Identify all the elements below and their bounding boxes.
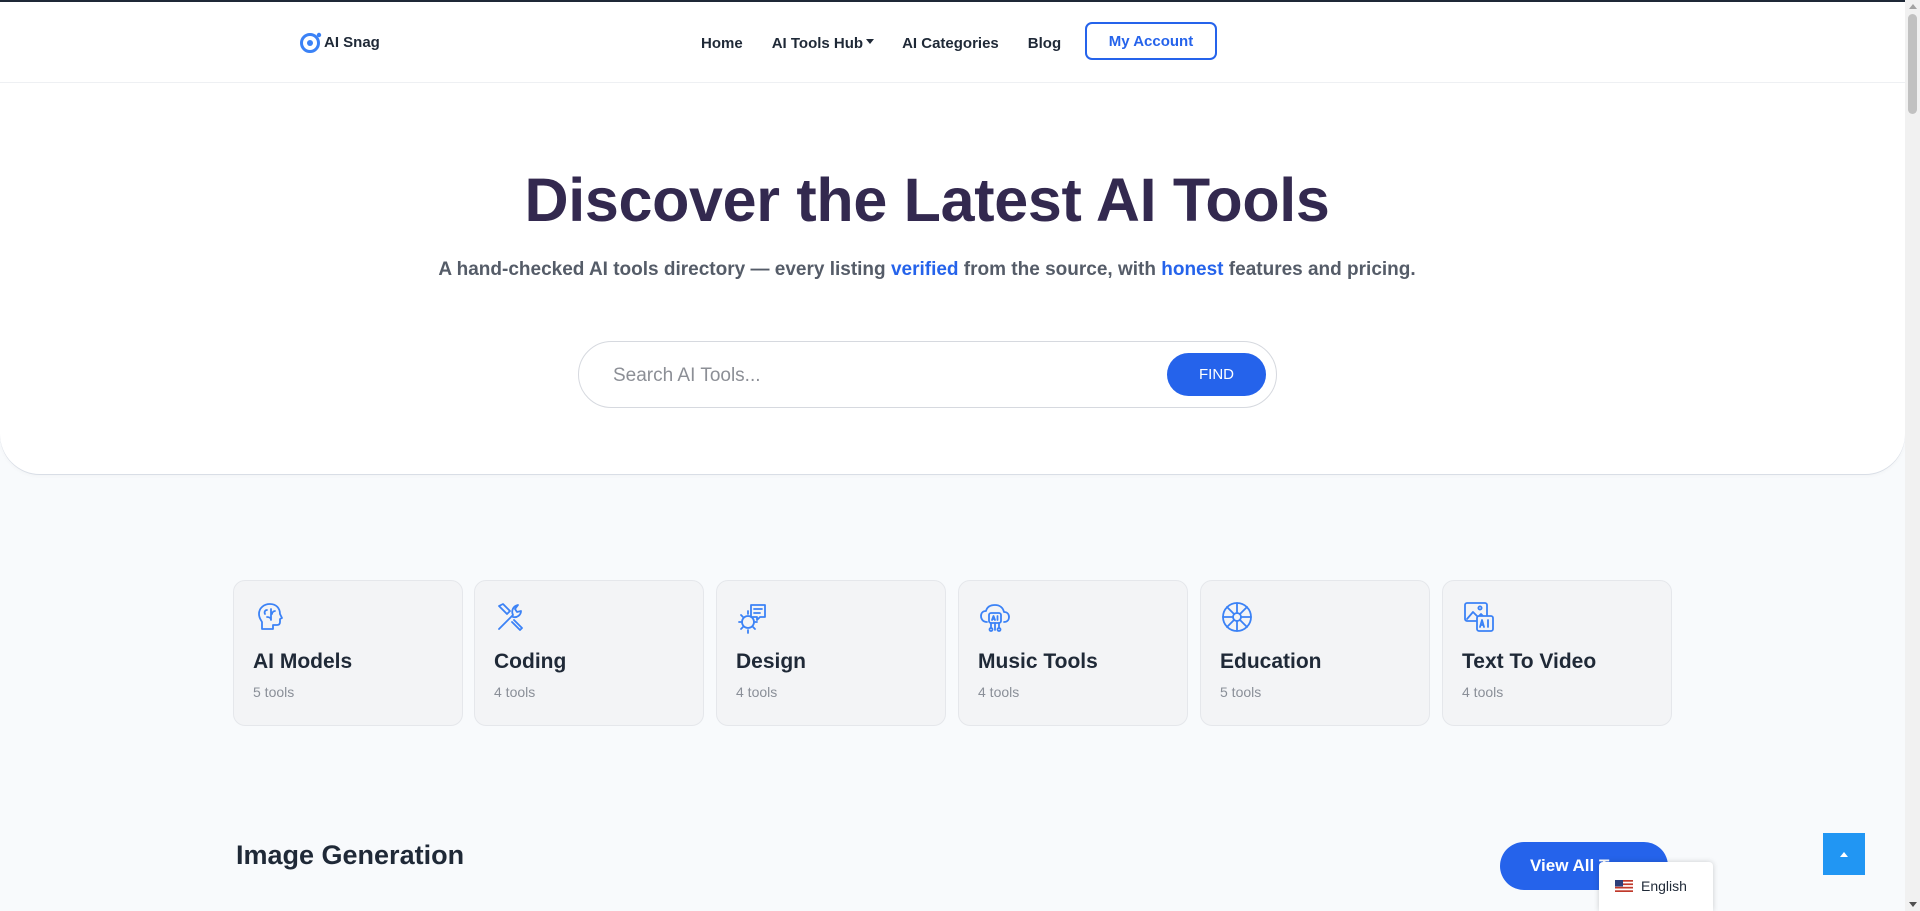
scroll-up-arrow-icon[interactable] — [1909, 4, 1917, 9]
category-count: 5 tools — [1220, 684, 1262, 700]
tools-icon — [498, 603, 523, 631]
language-label: English — [1641, 878, 1687, 894]
subtitle-text-1: A hand-checked AI tools directory — ever… — [438, 259, 891, 280]
category-title: Text To Video — [1462, 650, 1597, 673]
main-nav: Home AI Tools Hub AI Categories Blog — [701, 22, 1090, 64]
category-card-ai-models[interactable]: AI Models 5 tools — [233, 580, 463, 726]
us-flag-icon — [1615, 880, 1633, 892]
logo[interactable]: AI Snag — [300, 31, 380, 53]
category-card-text-to-video[interactable]: Text To Video 4 tools — [1442, 580, 1672, 726]
brand-name: AI Snag — [324, 33, 380, 51]
scrollbar[interactable] — [1905, 0, 1920, 911]
category-card-coding[interactable]: Coding 4 tools — [474, 580, 704, 726]
subtitle-highlight-honest: honest — [1161, 259, 1224, 280]
brain-icon — [258, 603, 283, 630]
category-count: 4 tools — [736, 684, 778, 700]
search-bar: FIND — [578, 341, 1277, 408]
category-title: AI Models — [253, 650, 353, 673]
category-count: 4 tools — [494, 684, 536, 700]
subtitle-text-2: from the source, with — [958, 259, 1162, 280]
design-icon — [738, 604, 766, 634]
nav-home[interactable]: Home — [701, 35, 743, 52]
logo-icon — [300, 32, 322, 53]
scroll-down-arrow-icon[interactable] — [1909, 902, 1917, 907]
nav-ai-categories[interactable]: AI Categories — [902, 35, 999, 52]
category-title: Coding — [494, 650, 567, 673]
scrollbar-thumb[interactable] — [1908, 14, 1917, 114]
language-selector[interactable]: English — [1599, 862, 1713, 911]
category-count: 4 tools — [1462, 684, 1504, 700]
search-input[interactable] — [611, 360, 1135, 392]
find-button[interactable]: FIND — [1167, 353, 1266, 396]
category-title: Design — [736, 650, 807, 673]
subtitle-text-3: features and pricing. — [1223, 259, 1416, 280]
cloud-ai-icon — [980, 604, 1010, 632]
category-card-design[interactable]: Design 4 tools — [716, 580, 946, 726]
category-card-education[interactable]: Education 5 tools — [1200, 580, 1430, 726]
category-count: 4 tools — [978, 684, 1020, 700]
nav-blog[interactable]: Blog — [1028, 35, 1061, 52]
chevron-down-icon — [866, 39, 875, 44]
category-count: 5 tools — [253, 684, 295, 700]
site-header: AI Snag Home AI Tools Hub AI Categories … — [0, 2, 1905, 83]
aperture-icon — [1222, 602, 1252, 632]
category-title: Music Tools — [978, 650, 1098, 673]
image-ai-icon — [1464, 602, 1494, 632]
nav-ai-tools-hub[interactable]: AI Tools Hub — [771, 34, 875, 52]
category-card-music-tools[interactable]: Music Tools 4 tools — [958, 580, 1188, 726]
page-title: Discover the Latest AI Tools — [524, 166, 1330, 234]
nav-ai-tools-hub-label: AI Tools Hub — [771, 34, 864, 52]
my-account-button[interactable]: My Account — [1085, 22, 1217, 60]
subtitle-highlight-verified: verified — [890, 259, 959, 280]
section-title: Image Generation — [236, 840, 465, 870]
chevron-up-icon — [1840, 851, 1848, 857]
hero-subtitle: A hand-checked AI tools directory — ever… — [0, 259, 1854, 281]
category-title: Education — [1220, 650, 1322, 673]
scroll-to-top-button[interactable] — [1823, 833, 1865, 875]
